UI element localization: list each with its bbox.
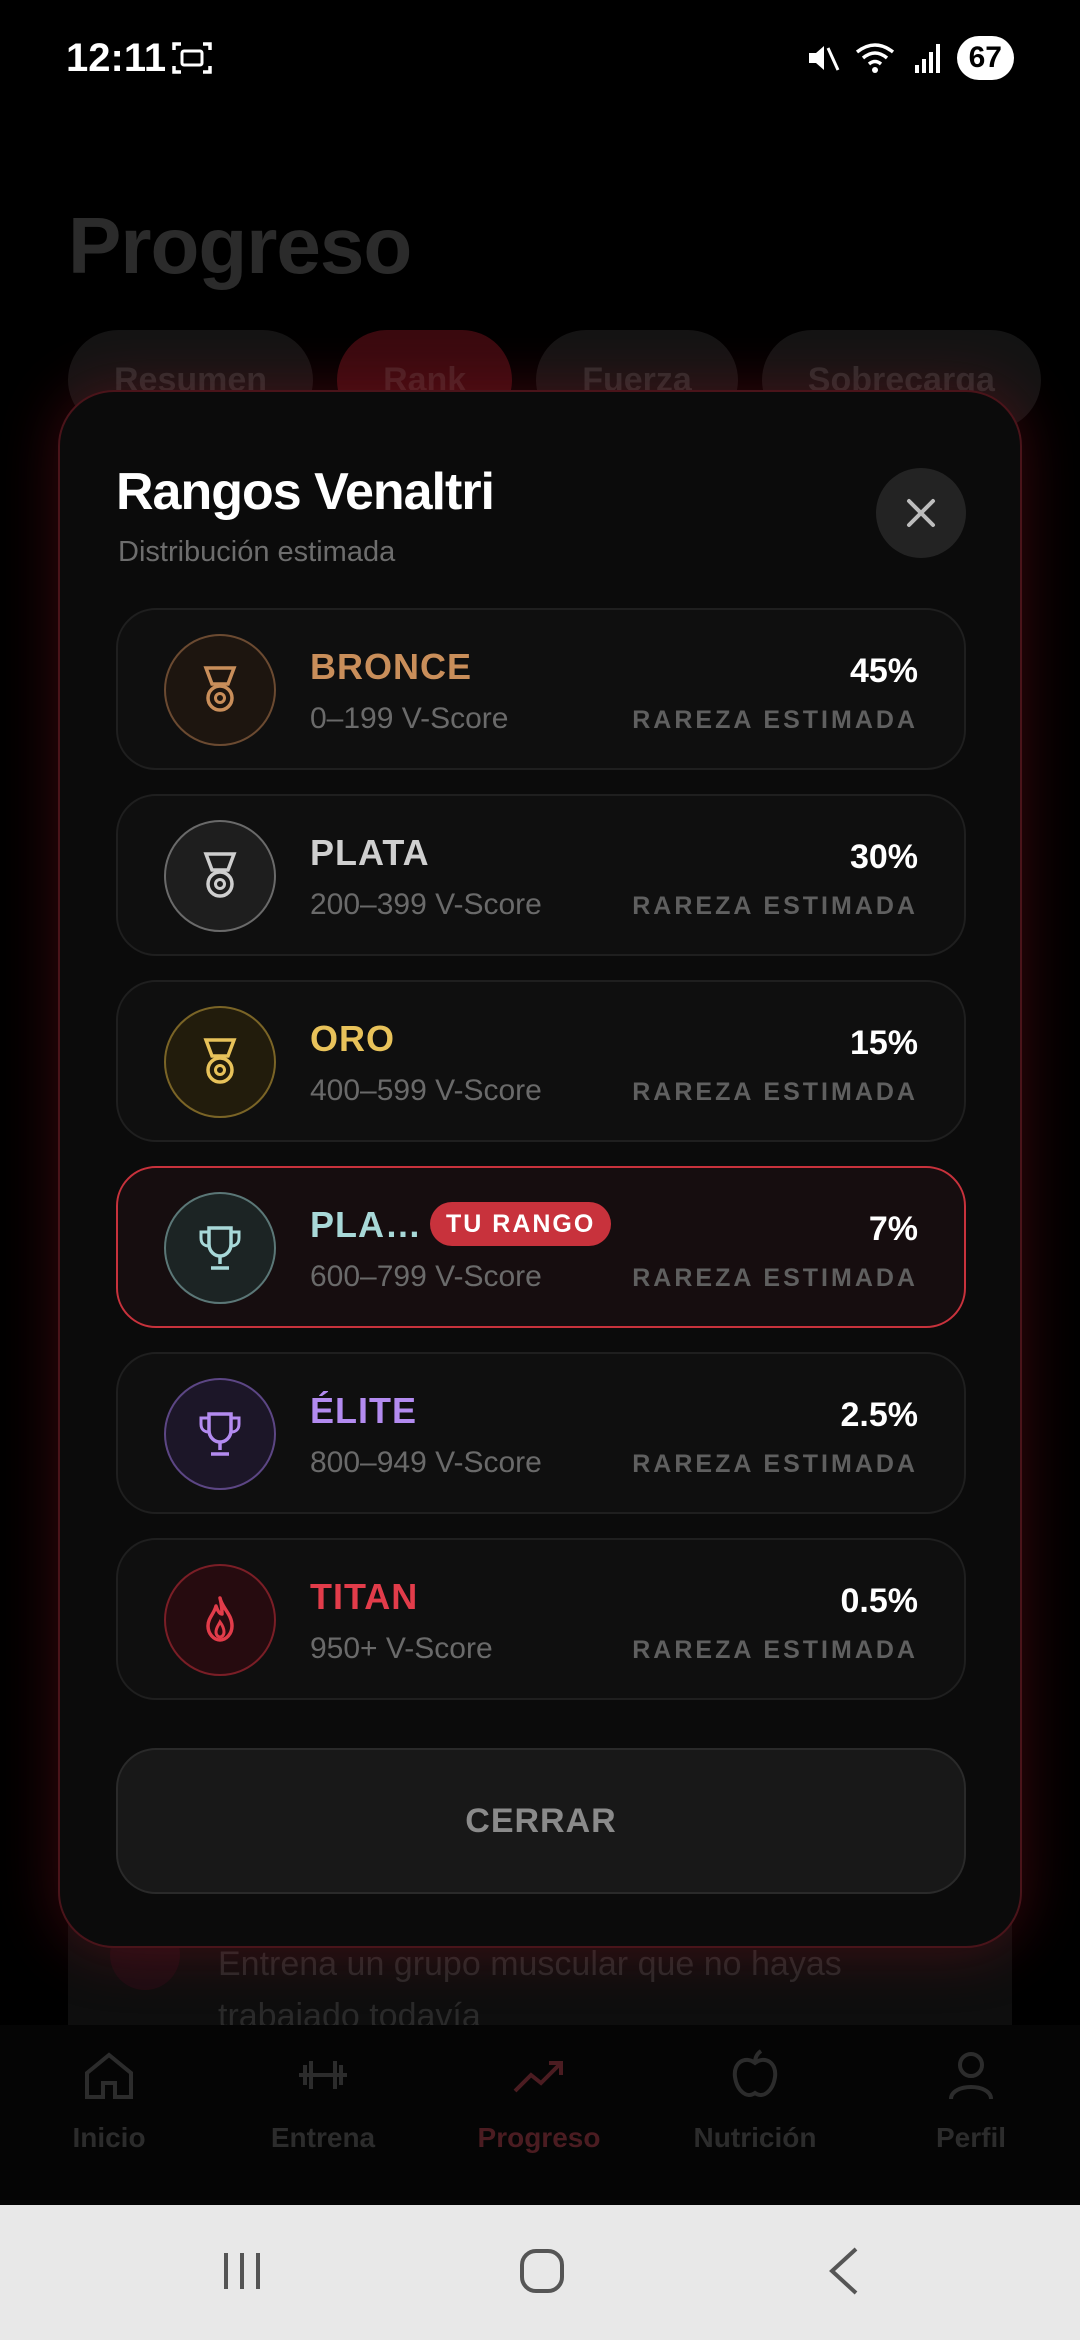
rank-range: 400–599 V-Score: [310, 1074, 542, 1107]
rank-row-bronce: BRONCE 0–199 V-Score 45% RAREZA ESTIMADA: [116, 608, 966, 770]
rank-row-oro: ORO 400–599 V-Score 15% RAREZA ESTIMADA: [116, 980, 966, 1142]
rarity-label: RAREZA ESTIMADA: [632, 892, 918, 920]
rank-badge: [164, 1192, 276, 1304]
rank-name: BRONCE: [310, 646, 473, 687]
rarity-label: RAREZA ESTIMADA: [632, 1264, 918, 1292]
nav-entrena: Entrena: [228, 2045, 418, 2154]
nav-inicio: Inicio: [14, 2045, 204, 2154]
nav-label: Progreso: [477, 2122, 601, 2153]
person-icon: [949, 2052, 993, 2100]
rank-name: ÉLITE: [310, 1390, 418, 1431]
rank-name: PLATA: [310, 832, 430, 873]
home-button-icon[interactable]: [512, 2241, 572, 2301]
rank-badge: [164, 634, 276, 746]
rank-row-titan: TITAN 950+ V-Score 0.5% RAREZA ESTIMADA: [116, 1538, 966, 1700]
mute-icon: [808, 46, 839, 71]
cerrar-button[interactable]: CERRAR: [116, 1748, 966, 1894]
medal-icon: [203, 852, 237, 898]
nav-label: Nutrición: [693, 2122, 817, 2153]
rank-name: PLA…: [310, 1204, 422, 1245]
status-bar: 12:11 67: [0, 0, 1080, 120]
rank-list: BRONCE 0–199 V-Score 45% RAREZA ESTIMADA…: [116, 608, 966, 1724]
page-title: Progreso: [68, 201, 412, 290]
trophy-icon: [199, 1412, 241, 1456]
nav-progreso: Progreso: [444, 2045, 634, 2154]
rank-range: 800–949 V-Score: [310, 1446, 542, 1479]
nav-perfil: Perfil: [876, 2045, 1066, 2154]
rank-percentage: 45%: [849, 652, 918, 690]
close-button[interactable]: [876, 468, 966, 558]
rank-badge: [164, 1006, 276, 1118]
nav-label: Perfil: [935, 2122, 1007, 2153]
nav-label: Entrena: [270, 2122, 376, 2153]
rank-percentage: 2.5%: [840, 1396, 919, 1434]
wifi-icon: [855, 43, 894, 73]
bottom-nav: Inicio Entrena Progreso Nutrición Perfil: [0, 2025, 1080, 2205]
rank-percentage: 15%: [849, 1024, 918, 1062]
medal-icon: [203, 1038, 237, 1084]
medal-icon: [203, 666, 237, 712]
rank-range: 0–199 V-Score: [310, 702, 509, 735]
nav-label: Inicio: [72, 2122, 146, 2153]
recent-apps-icon[interactable]: [212, 2241, 272, 2301]
rank-badge: [164, 1564, 276, 1676]
rank-range: 950+ V-Score: [310, 1632, 493, 1665]
rarity-label: RAREZA ESTIMADA: [632, 706, 918, 734]
rank-name: TITAN: [310, 1576, 419, 1617]
rarity-label: RAREZA ESTIMADA: [632, 1450, 918, 1478]
rank-range: 600–799 V-Score: [310, 1260, 542, 1293]
rank-row-elite: ÉLITE 800–949 V-Score 2.5% RAREZA ESTIMA…: [116, 1352, 966, 1514]
rank-percentage: 0.5%: [840, 1582, 919, 1620]
rank-range: 200–399 V-Score: [310, 888, 542, 921]
rarity-label: RAREZA ESTIMADA: [632, 1078, 918, 1106]
rank-percentage: 30%: [849, 838, 918, 876]
rank-row-plata: PLATA 200–399 V-Score 30% RAREZA ESTIMAD…: [116, 794, 966, 956]
rarity-label: RAREZA ESTIMADA: [632, 1636, 918, 1664]
home-icon: [85, 2052, 133, 2099]
rank-badge: [164, 820, 276, 932]
close-icon: [907, 499, 935, 527]
signal-icon: [914, 44, 940, 73]
rank-name: ORO: [310, 1018, 396, 1059]
modal-subtitle: Distribución estimada: [118, 536, 396, 568]
dumbbell-icon: [299, 2061, 347, 2089]
status-icons: 67: [805, 36, 1014, 80]
system-nav-bar: [0, 2205, 1080, 2340]
nav-nutricion: Nutrición: [660, 2045, 850, 2154]
trend-icon: [513, 2061, 563, 2093]
rank-badge: [164, 1378, 276, 1490]
modal-title: Rangos Venaltri: [116, 463, 495, 521]
trophy-icon: [199, 1226, 241, 1270]
rank-row-platino: PLA… TU RANGO 600–799 V-Score 7% RAREZA …: [116, 1166, 966, 1328]
current-rank-badge: TU RANGO: [430, 1202, 612, 1246]
screenshot-icon: [172, 42, 212, 74]
ranks-modal: Rangos Venaltri Distribución estimada BR…: [58, 390, 1022, 1948]
battery-level: 67: [956, 36, 1014, 80]
apple-icon: [732, 2049, 778, 2097]
status-time: 12:11: [66, 36, 167, 80]
rank-percentage: 7%: [868, 1210, 918, 1248]
back-icon[interactable]: [816, 2241, 876, 2301]
flame-icon: [206, 1596, 234, 1642]
